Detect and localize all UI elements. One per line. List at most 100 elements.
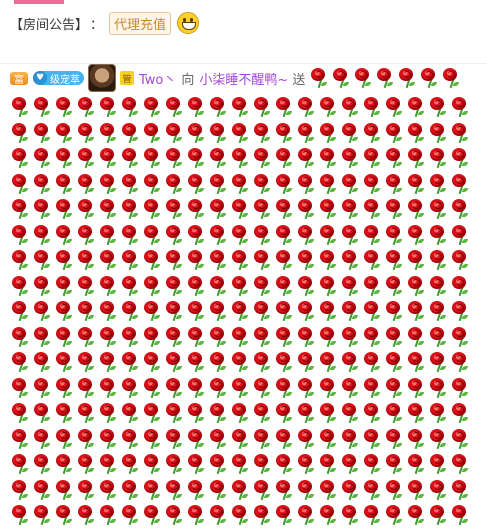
- rose-icon: [406, 326, 426, 348]
- rose-icon: [252, 300, 272, 322]
- rose-icon: [142, 402, 162, 424]
- rose-icon: [142, 479, 162, 501]
- rose-icon: [120, 428, 140, 450]
- rose-icon: [397, 67, 417, 89]
- rose-icon: [32, 147, 52, 169]
- rose-icon: [384, 326, 404, 348]
- rose-icon: [186, 147, 206, 169]
- gift-message: 富 ♥ 级宠萃 管 Two丶 向 小柒睡不醒鸭~ 送: [10, 64, 480, 92]
- rose-icon: [362, 377, 382, 399]
- rose-icon: [274, 377, 294, 399]
- rose-icon: [120, 402, 140, 424]
- rose-icon: [186, 479, 206, 501]
- rose-icon: [98, 147, 118, 169]
- rose-icon: [54, 122, 74, 144]
- rose-icon: [318, 479, 338, 501]
- rose-icon: [76, 96, 96, 118]
- rose-icon: [274, 326, 294, 348]
- target-name[interactable]: 小柒睡不醒鸭~: [199, 69, 288, 88]
- rose-icon: [450, 96, 470, 118]
- rose-icon: [274, 479, 294, 501]
- rose-icon: [296, 147, 316, 169]
- rose-icon: [252, 147, 272, 169]
- rose-icon: [10, 504, 30, 526]
- rose-icon: [428, 377, 448, 399]
- rose-icon: [274, 249, 294, 271]
- heart-icon: ♥: [33, 71, 47, 85]
- agent-recharge-tag[interactable]: 代理充值: [109, 11, 172, 35]
- rose-icon: [208, 147, 228, 169]
- rose-icon: [98, 249, 118, 271]
- rose-icon: [296, 96, 316, 118]
- divider: [0, 63, 487, 64]
- rose-icon: [318, 453, 338, 475]
- rose-icon: [274, 453, 294, 475]
- rose-icon: [384, 275, 404, 297]
- rose-icon: [296, 198, 316, 220]
- rose-icon: [54, 428, 74, 450]
- rose-icon: [274, 224, 294, 246]
- rose-icon: [252, 122, 272, 144]
- rose-icon: [384, 402, 404, 424]
- rose-icon: [32, 351, 52, 373]
- rose-icon: [54, 377, 74, 399]
- rose-icon: [340, 300, 360, 322]
- rose-icon: [406, 351, 426, 373]
- rose-icon: [296, 275, 316, 297]
- rose-icon: [406, 377, 426, 399]
- rose-icon: [340, 122, 360, 144]
- rose-icon: [208, 453, 228, 475]
- rose-icon: [384, 96, 404, 118]
- rose-icon: [296, 249, 316, 271]
- rose-icon: [428, 351, 448, 373]
- rose-icon: [164, 351, 184, 373]
- rose-icon: [98, 224, 118, 246]
- rose-icon: [230, 479, 250, 501]
- rose-icon: [186, 96, 206, 118]
- rose-icon: [340, 377, 360, 399]
- announcement-colon: ：: [90, 17, 104, 33]
- rose-icon: [76, 402, 96, 424]
- rose-icon: [450, 300, 470, 322]
- rose-icon: [164, 326, 184, 348]
- rose-icon: [450, 173, 470, 195]
- rose-icon: [186, 504, 206, 526]
- rose-icon: [450, 428, 470, 450]
- avatar[interactable]: [88, 64, 116, 92]
- rose-icon: [340, 249, 360, 271]
- rose-icon: [450, 402, 470, 424]
- rose-icon: [142, 198, 162, 220]
- rose-icon: [441, 67, 461, 89]
- rose-icon: [76, 198, 96, 220]
- rose-icon: [318, 377, 338, 399]
- rose-icon: [98, 300, 118, 322]
- rose-icon: [252, 479, 272, 501]
- rose-icon: [208, 402, 228, 424]
- inline-roses: [309, 67, 461, 89]
- rose-icon: [142, 275, 162, 297]
- rose-icon: [428, 122, 448, 144]
- rose-icon: [32, 96, 52, 118]
- rose-icon: [384, 198, 404, 220]
- rose-icon: [450, 198, 470, 220]
- rose-icon: [340, 198, 360, 220]
- rose-icon: [76, 224, 96, 246]
- rose-icon: [164, 198, 184, 220]
- rose-icon: [274, 504, 294, 526]
- sender-name[interactable]: Two丶: [139, 69, 176, 88]
- rose-icon: [428, 173, 448, 195]
- rose-icon: [186, 249, 206, 271]
- rose-icon: [32, 275, 52, 297]
- rose-icon: [10, 275, 30, 297]
- rose-icon: [76, 479, 96, 501]
- rose-icon: [120, 173, 140, 195]
- rose-icon: [164, 122, 184, 144]
- rose-icon: [164, 147, 184, 169]
- rose-icon: [76, 249, 96, 271]
- rose-icon: [450, 504, 470, 526]
- rose-icon: [318, 504, 338, 526]
- rose-icon: [252, 377, 272, 399]
- rose-icon: [98, 479, 118, 501]
- rose-icon: [428, 147, 448, 169]
- rose-icon: [230, 377, 250, 399]
